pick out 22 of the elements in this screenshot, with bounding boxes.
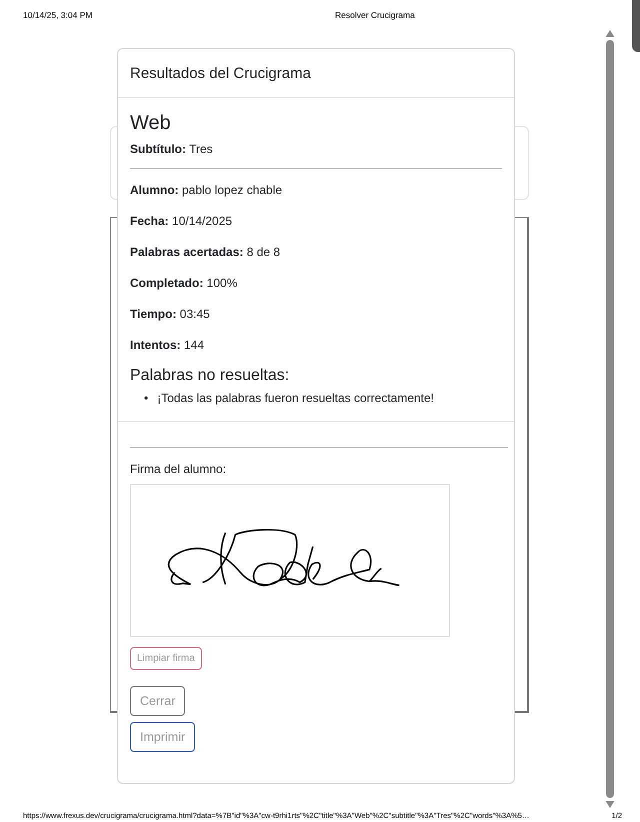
result-line: Completado: 100%	[130, 276, 238, 290]
unsolved-item: ¡Todas las palabras fueron resueltas correctamente!	[157, 391, 434, 407]
result-line: Fecha: 10/14/2025	[130, 214, 234, 228]
bullet: •	[144, 391, 148, 407]
clear-signature-button[interactable]: Limpiar firma	[130, 646, 202, 670]
crossword-heading: Web	[130, 112, 172, 135]
page-title: Resolver Crucigrama	[335, 10, 415, 22]
close-button[interactable]: Cerrar	[130, 686, 186, 716]
signature-label: Firma del alumno:	[130, 462, 228, 476]
scroll-down-icon[interactable]	[605, 801, 615, 808]
scrollbar[interactable]	[604, 30, 616, 808]
result-line: Intentos: 144	[130, 338, 206, 352]
unsolved-heading: Palabras no resueltas:	[130, 367, 290, 385]
result-line: Tiempo: 03:45	[130, 307, 211, 321]
scroll-up-icon[interactable]	[605, 30, 615, 37]
dialog-title: Resultados del Crucigrama	[130, 65, 311, 82]
window-edge	[632, 0, 640, 52]
result-line: Alumno: pablo lopez chable	[130, 183, 284, 197]
result-line: Palabras acertadas: 8 de 8	[130, 245, 282, 259]
print-date: 10/14/25, 3:04 PM	[23, 10, 94, 22]
print-button[interactable]: Imprimir	[130, 722, 196, 752]
subtitle-text: Subtítulo: Tres	[130, 142, 214, 156]
